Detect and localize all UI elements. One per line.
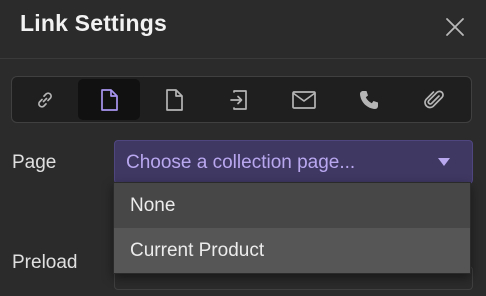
option-label: None (130, 195, 176, 216)
link-type-url-button[interactable] (14, 79, 76, 120)
page-select-placeholder: Choose a collection page... (126, 152, 356, 173)
link-icon (38, 91, 52, 108)
close-button[interactable] (440, 12, 470, 42)
link-type-toolbar (11, 76, 472, 123)
option-label: Current Product (130, 240, 265, 261)
phone-icon (360, 90, 378, 109)
link-type-phone-button[interactable] (338, 79, 400, 120)
close-icon (446, 18, 464, 36)
page-select[interactable]: Choose a collection page... (114, 140, 473, 184)
preload-label: Preload (12, 252, 78, 273)
page-options-menu: None Current Product (113, 182, 471, 274)
mail-icon (292, 90, 316, 109)
panel-header: Link Settings (0, 0, 486, 59)
page-label: Page (12, 152, 57, 173)
link-type-page-button[interactable] (78, 79, 140, 120)
caret-down-icon (438, 158, 450, 166)
link-type-section-button[interactable] (208, 79, 270, 120)
option-none[interactable]: None (114, 183, 470, 228)
panel-title: Link Settings (20, 10, 168, 36)
link-type-email-button[interactable] (273, 79, 335, 120)
paperclip-icon (424, 90, 444, 108)
option-current-product[interactable]: Current Product (114, 228, 470, 273)
link-type-file-button[interactable] (403, 79, 465, 120)
link-type-collection-page-button[interactable] (143, 79, 205, 120)
page-icon (101, 88, 118, 111)
login-icon (230, 89, 247, 110)
page-outline-icon (166, 88, 183, 111)
